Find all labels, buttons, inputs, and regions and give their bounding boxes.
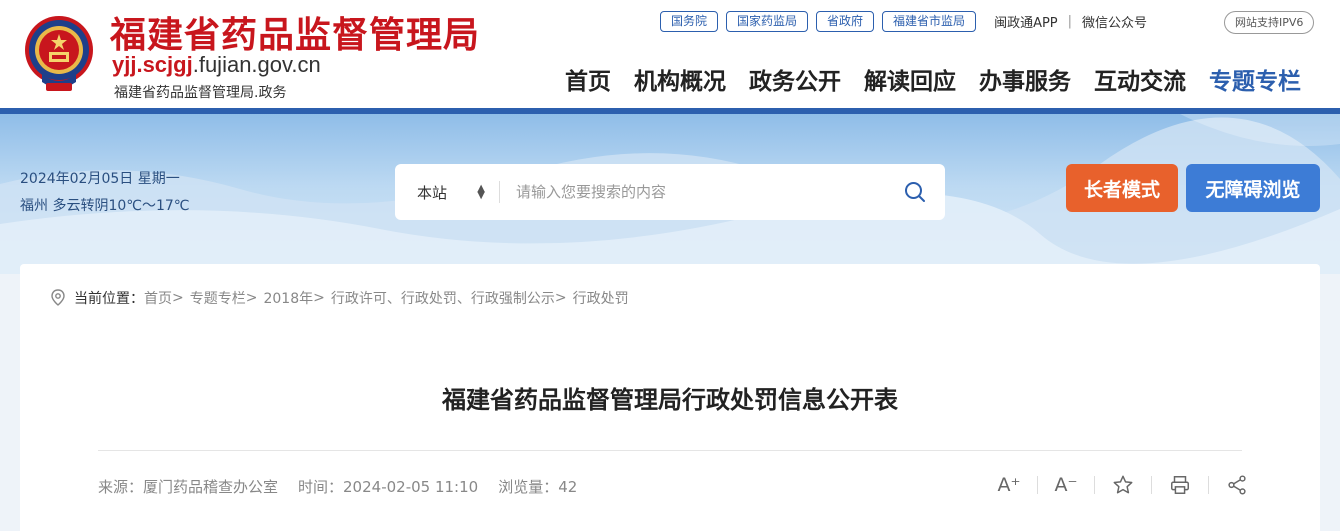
title-divider bbox=[98, 450, 1242, 451]
article-source: 来源：厦门药品稽查办公室 bbox=[98, 478, 279, 496]
article-time: 时间：2024-02-05 11:10 bbox=[298, 478, 479, 496]
breadcrumb-separator: > bbox=[172, 290, 184, 306]
nav-item-interaction[interactable]: 互动交流 bbox=[1094, 62, 1186, 96]
search-scope-select[interactable]: 本站 ▲ ▼ bbox=[395, 181, 500, 203]
nav-item-about[interactable]: 机构概况 bbox=[634, 62, 726, 96]
site-subtitle: 福建省药品监督管理局.政务 bbox=[114, 85, 287, 101]
site-url[interactable]: yjj.scjgj.fujian.gov.cn bbox=[112, 52, 321, 78]
ipv6-badge: 网站支持IPV6 bbox=[1224, 11, 1315, 34]
top-link-separator: | bbox=[1067, 14, 1073, 29]
breadcrumb-2018[interactable]: 2018年 bbox=[263, 288, 313, 308]
tool-divider bbox=[1208, 476, 1209, 494]
nav-item-interpretation[interactable]: 解读回应 bbox=[864, 62, 956, 96]
article-card: 当前位置： 首页 > 专题专栏 > 2018年 > 行政许可、行政处罚、行政强制公示 >… bbox=[20, 264, 1320, 531]
top-link-state-council[interactable]: 国务院 bbox=[660, 11, 719, 32]
print-button[interactable] bbox=[1165, 472, 1195, 498]
share-icon bbox=[1228, 475, 1246, 495]
site-title[interactable]: 福建省药品监督管理局 bbox=[110, 6, 480, 58]
breadcrumb: 当前位置： 首页 > 专题专栏 > 2018年 > 行政许可、行政处罚、行政强制公示 >… bbox=[50, 288, 629, 308]
nav-item-government-affairs[interactable]: 政务公开 bbox=[749, 62, 841, 96]
site-url-highlight: yjj.scjgj bbox=[112, 52, 193, 77]
article-title: 福建省药品监督管理局行政处罚信息公开表 bbox=[442, 386, 898, 414]
main-nav: 首页 机构概况 政务公开 解读回应 办事服务 互动交流 专题专栏 bbox=[565, 62, 1301, 96]
search-input[interactable] bbox=[500, 177, 885, 207]
printer-icon bbox=[1171, 476, 1189, 494]
article-meta: 来源：厦门药品稽查办公室 时间：2024-02-05 11:10 浏览量：42 bbox=[98, 476, 597, 497]
location-pin-icon bbox=[51, 289, 65, 306]
article-views: 浏览量：42 bbox=[498, 478, 578, 496]
breadcrumb-separator: > bbox=[554, 290, 567, 306]
elder-mode-button[interactable]: 长者模式 bbox=[1066, 164, 1178, 212]
breadcrumb-special-topics[interactable]: 专题专栏 bbox=[190, 288, 246, 308]
tool-divider bbox=[1151, 476, 1152, 494]
nav-item-special-topics[interactable]: 专题专栏 bbox=[1209, 62, 1301, 96]
top-link-provincial-samr[interactable]: 福建省市监局 bbox=[882, 11, 977, 32]
tool-divider bbox=[1037, 476, 1038, 494]
site-header: 福建省药品监督管理局 yjj.scjgj.fujian.gov.cn 福建省药品… bbox=[0, 0, 1340, 108]
font-decrease-icon: A⁻ bbox=[1054, 474, 1078, 496]
breadcrumb-separator: > bbox=[313, 290, 325, 306]
search-button[interactable] bbox=[885, 164, 945, 220]
tool-divider bbox=[1094, 476, 1095, 494]
updown-arrow-icon: ▲ ▼ bbox=[477, 183, 485, 201]
font-decrease-button[interactable]: A⁻ bbox=[1051, 472, 1081, 498]
search-scope-value: 本站 bbox=[417, 183, 448, 202]
accessible-browsing-button[interactable]: 无障碍浏览 bbox=[1186, 164, 1320, 212]
top-links: 国务院 国家药监局 省政府 福建省市监局 闽政通APP | 微信公众号 bbox=[660, 11, 1147, 32]
font-increase-icon: A⁺ bbox=[997, 474, 1021, 496]
nav-item-home[interactable]: 首页 bbox=[565, 62, 611, 96]
search-bar: 本站 ▲ ▼ bbox=[395, 164, 945, 220]
breadcrumb-separator: > bbox=[245, 290, 258, 306]
weather-info: 福州 多云转阴10℃～17℃ bbox=[20, 198, 190, 214]
article-tools: A⁺ A⁻ bbox=[994, 472, 1252, 498]
top-link-province-gov[interactable]: 省政府 bbox=[816, 11, 875, 32]
breadcrumb-label: 当前位置： bbox=[74, 291, 144, 307]
breadcrumb-publicity[interactable]: 行政许可、行政处罚、行政强制公示 bbox=[331, 288, 555, 308]
favorite-button[interactable] bbox=[1108, 472, 1138, 498]
site-url-domain: .fujian.gov.cn bbox=[192, 52, 321, 77]
nav-item-services[interactable]: 办事服务 bbox=[979, 62, 1071, 96]
search-icon bbox=[905, 182, 925, 202]
current-date: 2024年02月05日 星期一 bbox=[20, 171, 180, 187]
app-link[interactable]: 闽政通APP bbox=[994, 12, 1058, 31]
star-icon bbox=[1113, 475, 1133, 494]
breadcrumb-home[interactable]: 首页 bbox=[144, 288, 172, 308]
share-button[interactable] bbox=[1222, 472, 1252, 498]
national-emblem-logo[interactable] bbox=[22, 12, 96, 96]
top-link-nmpa[interactable]: 国家药监局 bbox=[726, 11, 809, 32]
font-increase-button[interactable]: A⁺ bbox=[994, 472, 1024, 498]
wechat-link[interactable]: 微信公众号 bbox=[1082, 12, 1147, 31]
breadcrumb-penalty[interactable]: 行政处罚 bbox=[573, 288, 629, 308]
